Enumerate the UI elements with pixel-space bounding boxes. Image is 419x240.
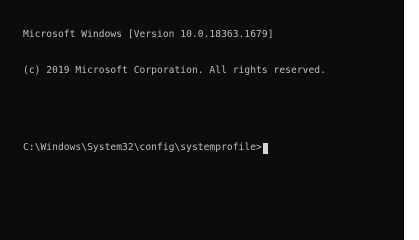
console-output: Microsoft Windows [Version 10.0.18363.16… <box>23 5 404 178</box>
text-cursor <box>262 142 268 154</box>
copyright-line: (c) 2019 Microsoft Corporation. All righ… <box>23 65 326 76</box>
command-prompt-line[interactable]: C:\Windows\System32\config\systemprofile… <box>23 142 404 154</box>
page-margin <box>404 0 419 240</box>
version-line: Microsoft Windows [Version 10.0.18363.16… <box>23 29 274 40</box>
console-window[interactable]: Microsoft Windows [Version 10.0.18363.16… <box>0 0 404 240</box>
prompt-path: C:\Windows\System32\config\systemprofile… <box>23 142 262 153</box>
